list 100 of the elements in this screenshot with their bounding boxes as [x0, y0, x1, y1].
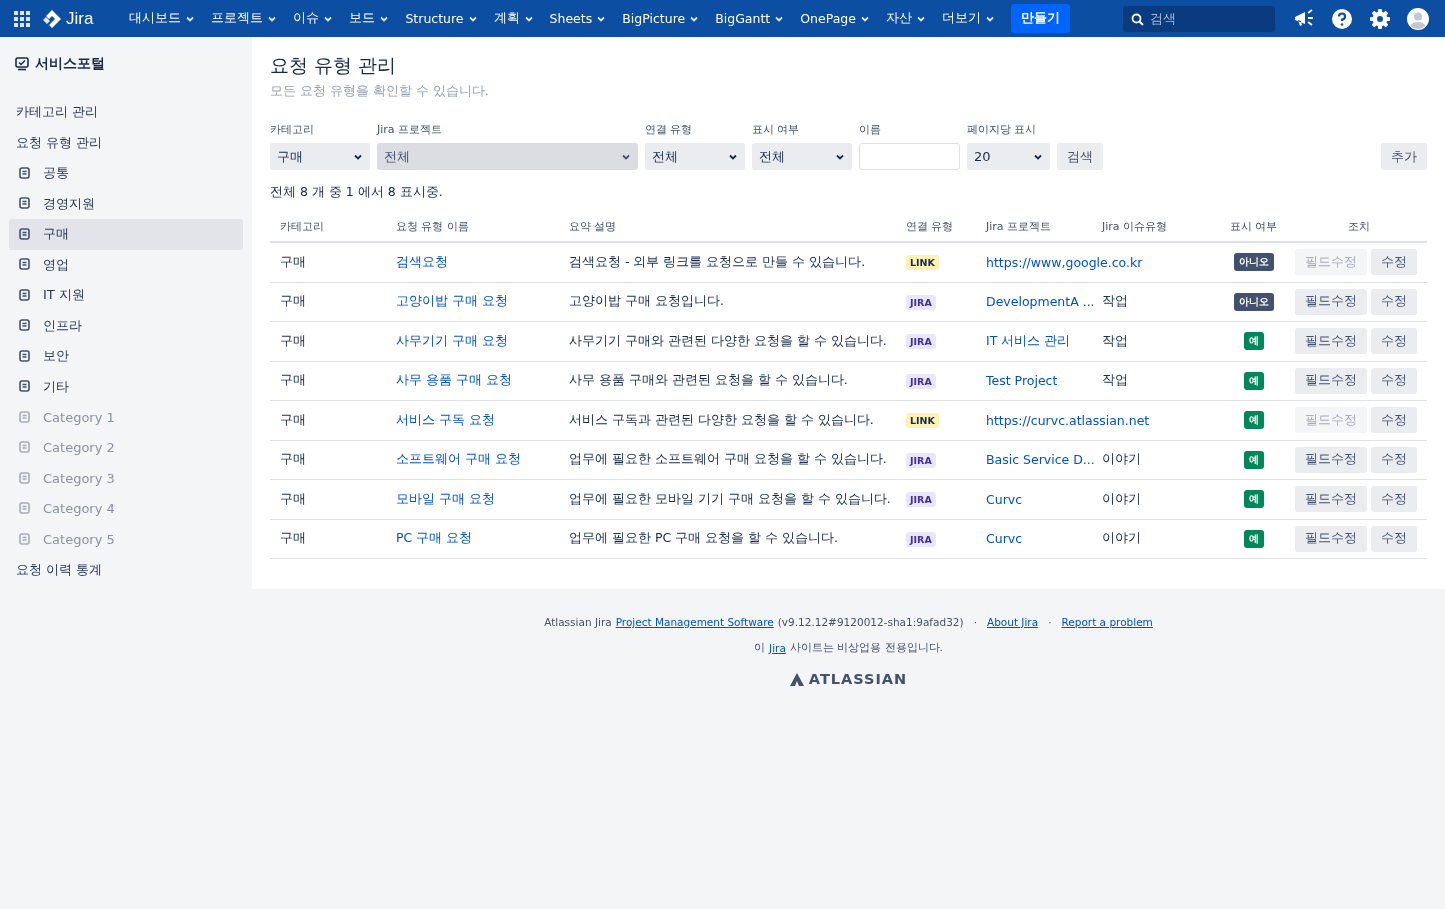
- request-type-link[interactable]: PC 구매 요청: [396, 530, 473, 546]
- document-icon: [19, 258, 30, 272]
- visibility-lozenge: 아니오: [1233, 292, 1274, 311]
- avatar-icon[interactable]: [1407, 7, 1429, 30]
- megaphone-icon[interactable]: [1293, 8, 1315, 29]
- search-button[interactable]: 검색: [1057, 143, 1103, 170]
- nav-menu-label: 더보기: [942, 10, 981, 27]
- sidebar-item[interactable]: 카테고리 관리: [9, 97, 243, 128]
- nav-menu[interactable]: 자산: [878, 10, 934, 27]
- edit-button[interactable]: 수정: [1371, 249, 1417, 276]
- request-type-link[interactable]: 사무 용품 구매 요청: [396, 372, 512, 388]
- visibility-lozenge: 아니오: [1233, 253, 1274, 272]
- table-cell: 이야기: [1092, 479, 1216, 519]
- project-link[interactable]: Curvc: [986, 491, 1023, 507]
- project-link[interactable]: https://www,google.co.kr: [986, 254, 1143, 270]
- project-link[interactable]: DevelopmentA ...: [986, 294, 1095, 310]
- nav-menu-label: Sheets: [549, 11, 593, 26]
- field-edit-button[interactable]: 필드수정: [1295, 446, 1367, 473]
- edit-button[interactable]: 수정: [1371, 486, 1417, 513]
- input-field[interactable]: [859, 143, 960, 170]
- select-field[interactable]: 구매: [270, 143, 370, 170]
- nav-menu[interactable]: 프로젝트: [203, 10, 286, 27]
- column-header: 표시 여부: [1216, 211, 1291, 242]
- field-edit-button[interactable]: 필드수정: [1295, 288, 1367, 315]
- field-edit-button[interactable]: 필드수정: [1295, 367, 1367, 394]
- link-type-lozenge: JIRA: [906, 492, 936, 508]
- add-button[interactable]: 추가: [1381, 143, 1427, 170]
- sidebar-item[interactable]: IT 지원: [9, 280, 243, 311]
- request-type-link[interactable]: 검색요청: [396, 253, 448, 269]
- field-edit-button[interactable]: 필드수정: [1295, 525, 1367, 552]
- footer-link[interactable]: Jira: [769, 642, 786, 654]
- edit-button[interactable]: 수정: [1371, 288, 1417, 315]
- jira-logo[interactable]: Jira: [42, 8, 94, 29]
- link-type-lozenge: JIRA: [906, 531, 936, 547]
- visibility-lozenge: 예: [1243, 411, 1264, 430]
- table-cell: 이야기: [1092, 519, 1216, 559]
- nav-menu[interactable]: 이슈: [285, 10, 342, 27]
- nav-menu[interactable]: BigPicture: [614, 11, 708, 26]
- project-link[interactable]: Basic Service D...: [986, 452, 1095, 468]
- select-field[interactable]: 20: [967, 143, 1050, 170]
- footer-link[interactable]: About Jira: [986, 616, 1039, 628]
- nav-menu[interactable]: Sheets: [541, 11, 615, 26]
- project-link[interactable]: Curvc: [986, 531, 1023, 547]
- sidebar-item[interactable]: 구매: [9, 219, 243, 250]
- nav-menu[interactable]: 더보기: [934, 10, 1003, 27]
- create-button[interactable]: 만들기: [1011, 4, 1070, 33]
- request-type-link[interactable]: 사무기기 구매 요청: [396, 332, 508, 348]
- edit-button[interactable]: 수정: [1371, 525, 1417, 552]
- project-link[interactable]: IT 서비스 관리: [986, 332, 1071, 348]
- sidebar-item[interactable]: 인프라: [9, 310, 243, 341]
- select-field[interactable]: 전체: [645, 143, 745, 170]
- nav-menu[interactable]: 계획: [485, 10, 542, 27]
- visibility-lozenge: 예: [1243, 490, 1264, 509]
- settings-icon[interactable]: [1369, 7, 1391, 30]
- sidebar-item[interactable]: 요청 이력 통계: [9, 554, 243, 585]
- sidebar-item[interactable]: 영업: [9, 249, 243, 280]
- sidebar-item[interactable]: 기타: [9, 371, 243, 402]
- edit-button[interactable]: 수정: [1371, 367, 1417, 394]
- sidebar-item[interactable]: 경영지원: [9, 188, 243, 219]
- link-type-lozenge: JIRA: [906, 294, 936, 310]
- document-icon: [19, 349, 30, 363]
- project-link[interactable]: Test Project: [986, 373, 1058, 389]
- project-link[interactable]: https://curvc.atlassian.net: [986, 412, 1150, 428]
- nav-menu[interactable]: BigGantt: [707, 11, 793, 26]
- sidebar-item[interactable]: 공통: [9, 158, 243, 189]
- document-icon: [19, 410, 30, 424]
- footer-link[interactable]: Project Management Software: [615, 616, 774, 628]
- field-edit-button[interactable]: 필드수정: [1295, 328, 1367, 355]
- edit-button[interactable]: 수정: [1371, 446, 1417, 473]
- table-cell: 작업: [1092, 361, 1216, 401]
- column-header: 요약 설명: [559, 211, 896, 242]
- edit-button[interactable]: 수정: [1371, 328, 1417, 355]
- request-type-link[interactable]: 모바일 구매 요청: [396, 490, 495, 506]
- nav-menu[interactable]: Structure: [397, 11, 486, 26]
- footer-link[interactable]: Report a problem: [1061, 616, 1153, 628]
- request-type-link[interactable]: 서비스 구독 요청: [396, 411, 495, 427]
- select-field[interactable]: 전체: [752, 143, 852, 170]
- request-type-link[interactable]: 소프트웨어 구매 요청: [396, 451, 521, 467]
- filter-label: 카테고리: [270, 122, 315, 137]
- link-type-lozenge: JIRA: [906, 334, 936, 350]
- document-icon: [19, 441, 30, 455]
- nav-menu[interactable]: OnePage: [792, 11, 878, 26]
- table-cell: 업무에 필요한 PC 구매 요청을 할 수 있습니다.: [559, 519, 896, 559]
- edit-button[interactable]: 수정: [1371, 407, 1417, 434]
- search-field[interactable]: 검색: [1123, 5, 1275, 32]
- nav-menu-label: Structure: [405, 11, 464, 26]
- separator-dot: ·: [1048, 616, 1052, 628]
- sidebar-item[interactable]: 요청 유형 관리: [9, 127, 243, 158]
- table-cell: 서비스 구독과 관련된 다양한 요청을 할 수 있습니다.: [559, 400, 896, 440]
- document-icon: [19, 227, 30, 241]
- nav-menu-label: OnePage: [800, 11, 856, 26]
- request-type-link[interactable]: 고양이밥 구매 요청: [396, 293, 508, 309]
- field-edit-button[interactable]: 필드수정: [1295, 486, 1367, 513]
- nav-menu[interactable]: 보드: [341, 10, 398, 27]
- sidebar-item[interactable]: 보안: [9, 341, 243, 372]
- app-grid-icon[interactable]: [14, 10, 30, 27]
- help-icon[interactable]: [1331, 7, 1353, 30]
- nav-menu[interactable]: 대시보드: [121, 10, 204, 27]
- table-cell: 업무에 필요한 모바일 기기 구매 요청을 할 수 있습니다.: [559, 479, 896, 519]
- nav-menu-label: 대시보드: [129, 10, 182, 27]
